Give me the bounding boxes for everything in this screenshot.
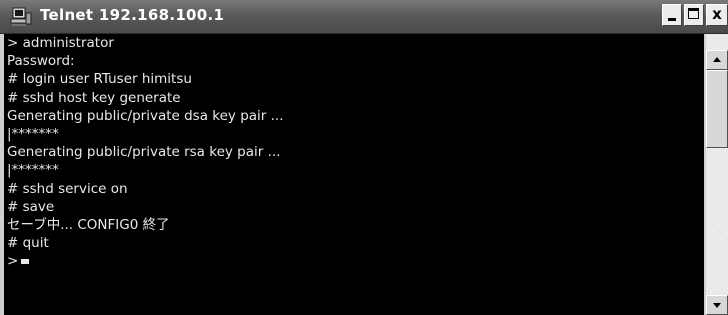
terminal-line: # quit [7,235,49,252]
maximize-icon [688,8,699,19]
telnet-computer-icon [10,7,32,26]
scroll-thumb[interactable] [706,70,728,148]
vertical-scrollbar[interactable] [706,34,728,315]
terminal-line: # save [7,198,55,215]
terminal-prompt-line[interactable]: > [7,252,284,270]
terminal-console[interactable]: > administrator Password: # login user R… [4,34,704,315]
close-icon: x [712,5,722,23]
telnet-window: Telnet 192.168.100.1 x > administrator P… [0,0,728,315]
terminal-line: Password: [7,53,75,70]
terminal-line: # sshd service on [7,180,128,197]
minimize-icon [668,18,676,21]
terminal-line: > administrator [7,35,114,51]
window-title: Telnet 192.168.100.1 [40,6,225,24]
arrow-down-icon [713,303,721,308]
terminal-line: |******* [7,125,59,142]
scroll-up-button[interactable] [706,50,728,70]
scroll-down-button[interactable] [706,295,728,315]
terminal-line: Generating public/private rsa key pair .… [7,144,281,161]
cursor-icon [21,258,30,264]
terminal-line: # sshd host key generate [7,89,181,106]
minimize-button[interactable] [662,4,682,26]
terminal-line: Generating public/private dsa key pair .… [7,107,284,124]
terminal-line: # login user RTuser himitsu [7,71,192,88]
maximize-button[interactable] [684,4,704,26]
title-bar[interactable]: Telnet 192.168.100.1 x [0,0,728,34]
terminal-prompt: > [7,253,19,270]
terminal-line: セーブ中... CONFIG0 終了 [7,216,170,233]
arrow-up-icon [713,57,721,62]
terminal-output: > administrator Password: # login user R… [7,34,284,270]
terminal-line: |******* [7,162,59,179]
close-button[interactable]: x [706,4,728,26]
